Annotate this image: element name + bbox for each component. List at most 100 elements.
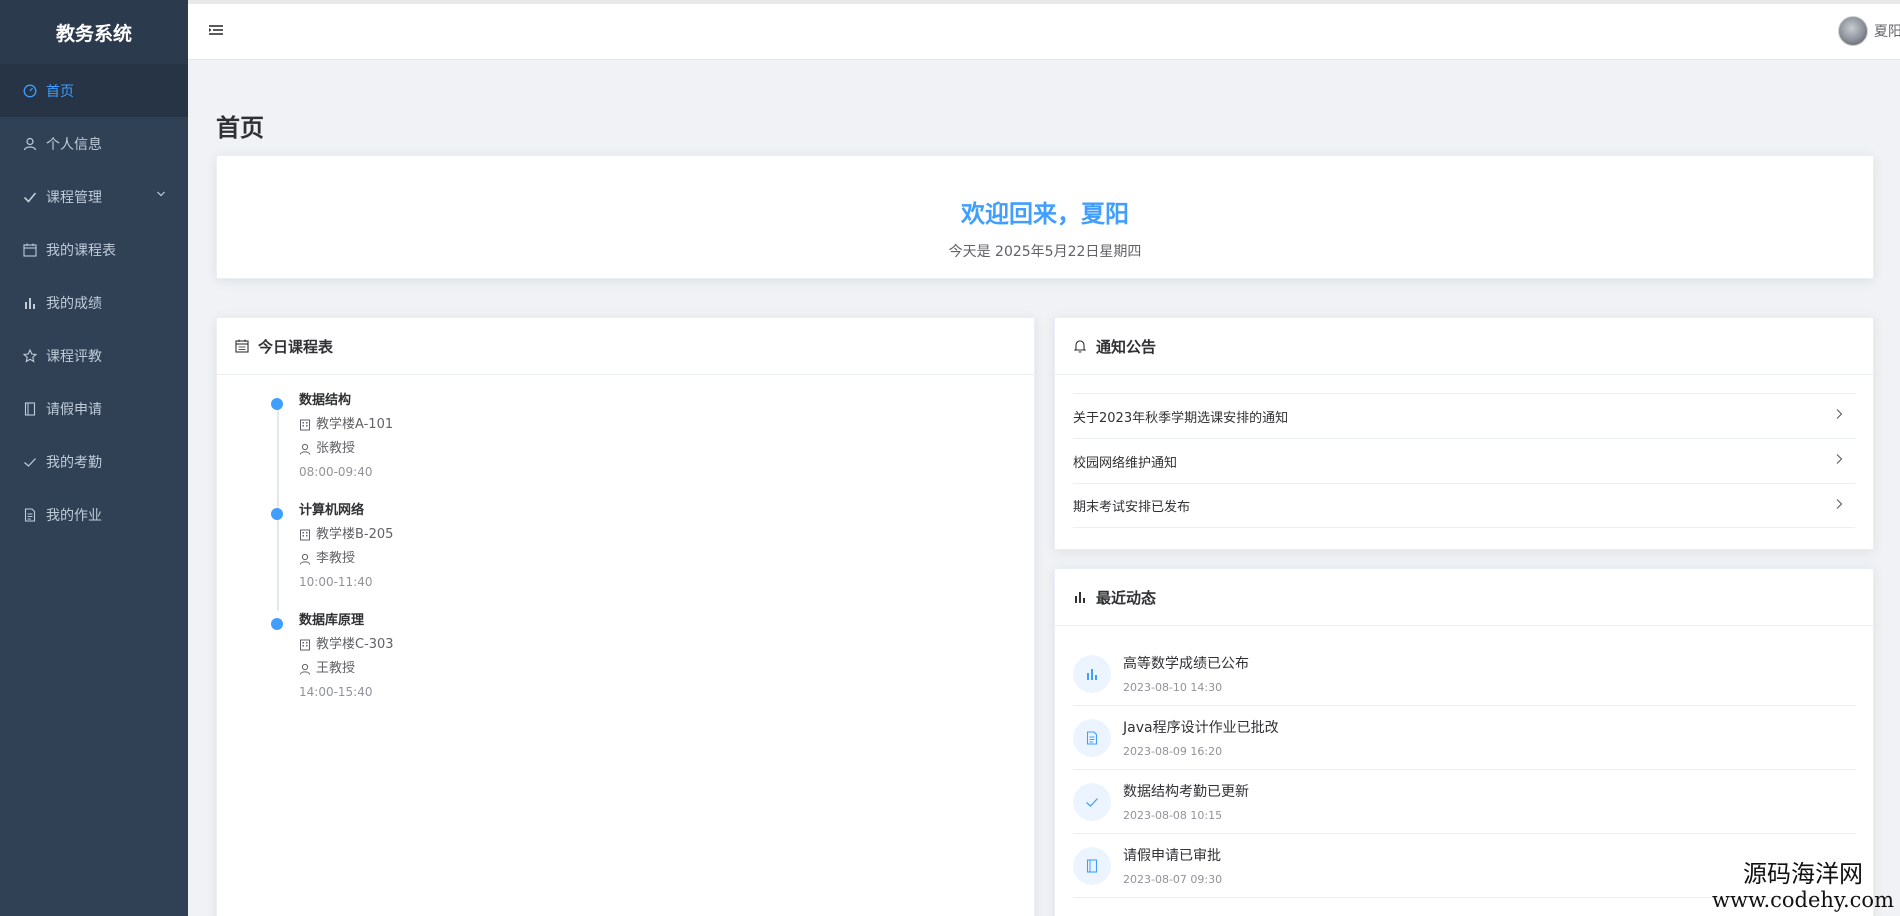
schedule-header: 今日课程表: [217, 318, 1034, 375]
activity-time: 2023-08-10 14:30: [1123, 681, 1223, 694]
notice-item[interactable]: 关于2023年秋季学期选课安排的通知: [1073, 393, 1855, 438]
activity-title: 最近动态: [1096, 588, 1157, 607]
avatar[interactable]: [1838, 16, 1868, 46]
sidebar-item-label: 我的考勤: [46, 454, 102, 471]
course-teacher: 王教授: [299, 660, 1034, 678]
course-name: 数据结构: [299, 393, 352, 408]
notice-item[interactable]: 校园网络维护通知: [1073, 438, 1855, 483]
app-logo-title: 教务系统: [0, 0, 188, 64]
chevron-right-icon: [1835, 498, 1843, 514]
notice-text[interactable]: 关于2023年秋季学期选课安排的通知: [1073, 407, 1288, 426]
calendar-icon: [235, 339, 249, 353]
username[interactable]: 夏阳: [1874, 21, 1900, 41]
header-bar: 夏阳: [188, 4, 1900, 60]
check-icon: [22, 189, 38, 205]
schedule-card: 今日课程表 数据结构 教学楼A-101 张教授 08:00-09:40 计算机网…: [216, 317, 1035, 916]
sidebar-item-course-management[interactable]: 课程管理: [0, 170, 188, 223]
welcome-date: 今天是 2025年5月22日星期四: [948, 244, 1142, 260]
watermark: 源码海洋网 www.codehy.com: [1712, 860, 1894, 912]
course-time: 14:00-15:40: [299, 685, 373, 699]
notices-title: 通知公告: [1096, 337, 1157, 356]
welcome-card: 欢迎回来，夏阳 今天是 2025年5月22日星期四: [216, 155, 1874, 279]
checkmark-icon: [1073, 782, 1111, 821]
notice-text[interactable]: 校园网络维护通知: [1073, 452, 1177, 471]
schedule-timeline: 数据结构 教学楼A-101 张教授 08:00-09:40 计算机网络 教学楼B…: [217, 375, 1034, 715]
sidebar-item-label: 课程评教: [46, 348, 102, 365]
welcome-title: 欢迎回来，夏阳: [961, 200, 1129, 228]
timeline-item: 计算机网络 教学楼B-205 李教授 10:00-11:40: [271, 495, 1034, 605]
teacher-text: 李教授: [316, 551, 356, 566]
user-icon: [22, 136, 38, 152]
sidebar-item-label: 个人信息: [46, 136, 102, 153]
star-icon: [22, 348, 38, 364]
course-teacher: 张教授: [299, 440, 1034, 458]
book-icon: [1073, 846, 1111, 885]
sidebar-item-label: 我的课程表: [46, 242, 116, 259]
user-icon: [299, 443, 311, 455]
course-time: 10:00-11:40: [299, 575, 373, 589]
sidebar-item-timetable[interactable]: 我的课程表: [0, 223, 188, 276]
teacher-text: 王教授: [316, 661, 356, 676]
sidebar-item-profile[interactable]: 个人信息: [0, 117, 188, 170]
document-icon: [1073, 718, 1111, 757]
sidebar-item-label: 课程管理: [46, 189, 102, 206]
sidebar-item-leave[interactable]: 请假申请: [0, 382, 188, 435]
sidebar-item-label: 首页: [46, 83, 74, 100]
activity-item: Java程序设计作业已批改 2023-08-09 16:20: [1073, 706, 1855, 770]
activity-title-text: 高等数学成绩已公布: [1123, 656, 1249, 672]
teacher-text: 张教授: [316, 441, 356, 456]
timeline-dot: [271, 618, 283, 630]
course-room: 教学楼B-205: [299, 526, 1034, 544]
timeline-item: 数据结构 教学楼A-101 张教授 08:00-09:40: [271, 385, 1034, 495]
sidebar-item-grades[interactable]: 我的成绩: [0, 276, 188, 329]
sidebar: 教务系统 首页 个人信息 课程管理 我的课程表 我的成绩 课程评教 请假申请 我…: [0, 0, 188, 916]
timeline-item: 数据库原理 教学楼C-303 王教授 14:00-15:40: [271, 605, 1034, 715]
bell-icon: [1073, 339, 1087, 353]
sidebar-item-attendance[interactable]: 我的考勤: [0, 435, 188, 488]
document-icon: [22, 401, 38, 417]
building-icon: [299, 529, 311, 541]
course-teacher: 李教授: [299, 550, 1034, 568]
sidebar-item-home[interactable]: 首页: [0, 64, 188, 117]
activity-item: 数据结构考勤已更新 2023-08-08 10:15: [1073, 770, 1855, 834]
chevron-right-icon: [1835, 453, 1843, 469]
notice-list: 关于2023年秋季学期选课安排的通知 校园网络维护通知 期末考试安排已发布: [1055, 375, 1873, 528]
notice-text[interactable]: 期末考试安排已发布: [1073, 496, 1190, 515]
room-text: 教学楼B-205: [316, 527, 394, 542]
checkmark-icon: [22, 454, 38, 470]
sidebar-item-homework[interactable]: 我的作业: [0, 488, 188, 541]
bar-chart-icon: [1073, 654, 1111, 693]
watermark-url: www.codehy.com: [1712, 888, 1894, 912]
bar-chart-icon: [1073, 590, 1087, 604]
activity-time: 2023-08-09 16:20: [1123, 745, 1223, 758]
calendar-icon: [22, 242, 38, 258]
user-icon: [299, 553, 311, 565]
watermark-cn: 源码海洋网: [1743, 860, 1863, 888]
activity-header: 最近动态: [1055, 569, 1873, 626]
schedule-title: 今日课程表: [258, 337, 334, 356]
activity-title-text: 数据结构考勤已更新: [1123, 784, 1249, 800]
user-menu[interactable]: 夏阳: [1838, 16, 1900, 46]
timeline-line: [277, 401, 279, 611]
building-icon: [299, 419, 311, 431]
room-text: 教学楼A-101: [316, 417, 394, 432]
course-name: 数据库原理: [299, 613, 365, 628]
menu-toggle-icon[interactable]: [208, 22, 224, 41]
sidebar-item-label: 请假申请: [46, 401, 102, 418]
course-time: 08:00-09:40: [299, 465, 373, 479]
building-icon: [299, 639, 311, 651]
activity-item: 高等数学成绩已公布 2023-08-10 14:30: [1073, 642, 1855, 706]
timeline-dot: [271, 508, 283, 520]
user-icon: [299, 663, 311, 675]
course-room: 教学楼A-101: [299, 416, 1034, 434]
course-name: 计算机网络: [299, 503, 365, 518]
sidebar-item-evaluation[interactable]: 课程评教: [0, 329, 188, 382]
activity-title-text: 请假申请已审批: [1123, 848, 1221, 864]
chevron-right-icon: [1835, 408, 1843, 424]
dashboard-icon: [22, 83, 38, 99]
notice-item[interactable]: 期末考试安排已发布: [1073, 483, 1855, 528]
room-text: 教学楼C-303: [316, 637, 394, 652]
sidebar-item-label: 我的作业: [46, 507, 102, 524]
bar-chart-icon: [22, 295, 38, 311]
course-room: 教学楼C-303: [299, 636, 1034, 654]
